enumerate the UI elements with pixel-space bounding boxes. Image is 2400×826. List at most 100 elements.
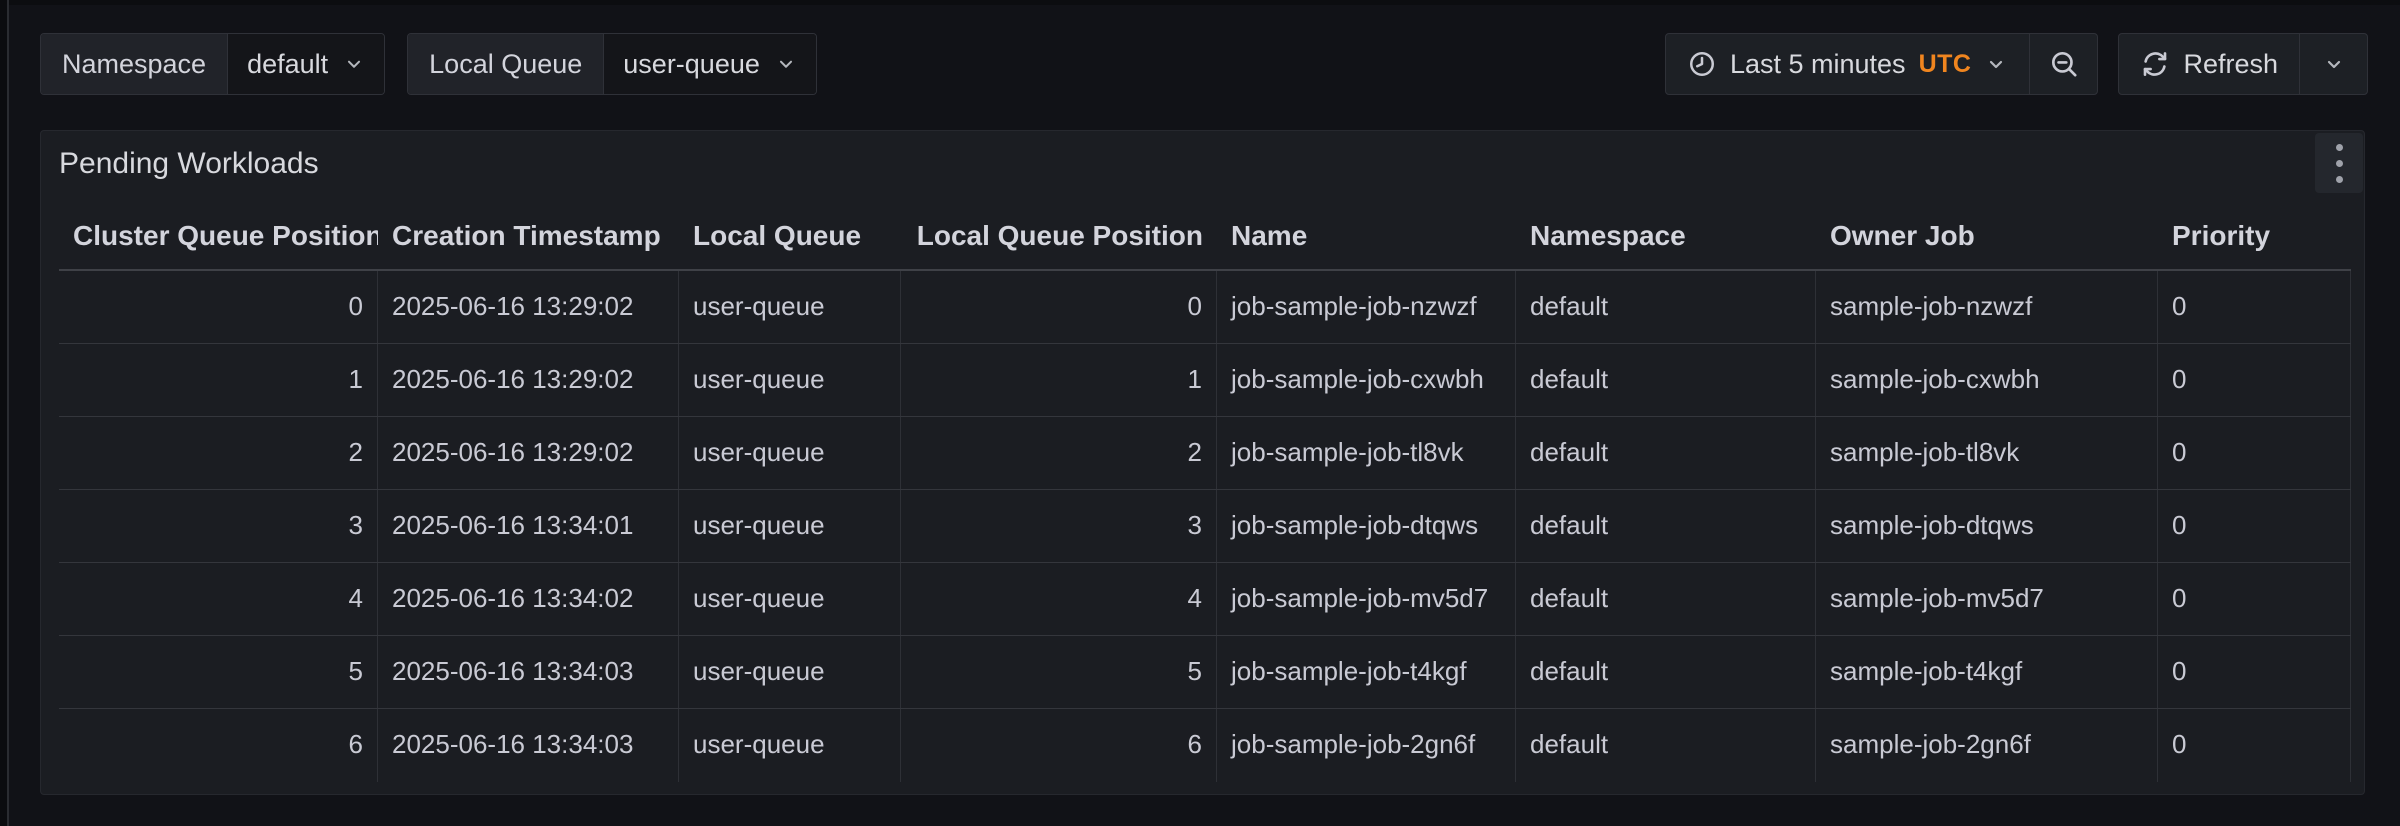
- refresh-label: Refresh: [2183, 49, 2278, 80]
- variable-namespace-picker[interactable]: default: [228, 34, 384, 94]
- pending-workloads-table: Cluster Queue PositionCreation Timestamp…: [59, 205, 2351, 782]
- cell-creation-timestamp: 2025-06-16 13:34:01: [378, 490, 679, 562]
- cell-priority: 0: [2158, 563, 2351, 635]
- refresh-interval-dropdown[interactable]: [2299, 34, 2367, 94]
- table-row: 22025-06-16 13:29:02user-queue2job-sampl…: [59, 417, 2351, 490]
- refresh-button[interactable]: Refresh: [2119, 34, 2299, 94]
- cell-name: job-sample-job-dtqws: [1217, 490, 1516, 562]
- variable-namespace-label: Namespace: [41, 34, 228, 94]
- variable-local-queue: Local Queue user-queue: [407, 33, 817, 95]
- cell-local-queue: user-queue: [679, 563, 901, 635]
- magnifier-minus-icon: [2048, 48, 2080, 80]
- cell-local-queue: user-queue: [679, 636, 901, 708]
- cell-creation-timestamp: 2025-06-16 13:34:02: [378, 563, 679, 635]
- cell-local-queue-position: 0: [901, 271, 1217, 343]
- timezone-label: UTC: [1919, 50, 1972, 79]
- cell-namespace: default: [1516, 490, 1816, 562]
- cell-owner-job: sample-job-cxwbh: [1816, 344, 2158, 416]
- chevron-down-icon: [1984, 52, 2008, 76]
- cell-priority: 0: [2158, 344, 2351, 416]
- cell-namespace: default: [1516, 344, 1816, 416]
- column-header-local-queue[interactable]: Local Queue: [679, 205, 901, 269]
- cell-cluster-queue-position: 0: [59, 271, 378, 343]
- column-header-local-queue-position[interactable]: Local Queue Position: [901, 205, 1217, 269]
- pending-workloads-panel: Pending Workloads Cluster Queue Position…: [40, 130, 2365, 795]
- cell-cluster-queue-position: 6: [59, 709, 378, 782]
- chevron-down-icon: [775, 53, 797, 75]
- cell-name: job-sample-job-cxwbh: [1217, 344, 1516, 416]
- cell-cluster-queue-position: 1: [59, 344, 378, 416]
- cell-owner-job: sample-job-nzwzf: [1816, 271, 2158, 343]
- cell-owner-job: sample-job-tl8vk: [1816, 417, 2158, 489]
- time-controls: Last 5 minutes UTC Refresh: [1665, 33, 2368, 95]
- kebab-menu-icon: [2336, 144, 2343, 151]
- cell-local-queue-position: 1: [901, 344, 1217, 416]
- cell-owner-job: sample-job-2gn6f: [1816, 709, 2158, 782]
- cell-owner-job: sample-job-dtqws: [1816, 490, 2158, 562]
- refresh-icon: [2140, 49, 2170, 79]
- cell-local-queue-position: 3: [901, 490, 1217, 562]
- cell-priority: 0: [2158, 490, 2351, 562]
- column-header-creation-timestamp[interactable]: Creation Timestamp: [378, 205, 679, 269]
- cell-creation-timestamp: 2025-06-16 13:34:03: [378, 636, 679, 708]
- cell-priority: 0: [2158, 709, 2351, 782]
- cell-priority: 0: [2158, 271, 2351, 343]
- cell-name: job-sample-job-2gn6f: [1217, 709, 1516, 782]
- variable-local-queue-picker[interactable]: user-queue: [604, 34, 816, 94]
- table-header-row: Cluster Queue PositionCreation Timestamp…: [59, 205, 2351, 271]
- cell-local-queue: user-queue: [679, 417, 901, 489]
- cell-creation-timestamp: 2025-06-16 13:29:02: [378, 417, 679, 489]
- column-header-name[interactable]: Name: [1217, 205, 1516, 269]
- window-top-edge: [9, 0, 2400, 5]
- table-body: 02025-06-16 13:29:02user-queue0job-sampl…: [59, 271, 2351, 782]
- table-row: 12025-06-16 13:29:02user-queue1job-sampl…: [59, 344, 2351, 417]
- column-header-cluster-queue-position[interactable]: Cluster Queue Position: [59, 205, 378, 269]
- window-left-edge: [0, 0, 9, 826]
- table-row: 02025-06-16 13:29:02user-queue0job-sampl…: [59, 271, 2351, 344]
- cell-creation-timestamp: 2025-06-16 13:34:03: [378, 709, 679, 782]
- cell-name: job-sample-job-t4kgf: [1217, 636, 1516, 708]
- cell-name: job-sample-job-tl8vk: [1217, 417, 1516, 489]
- cell-namespace: default: [1516, 636, 1816, 708]
- variable-namespace: Namespace default: [40, 33, 385, 95]
- column-header-priority[interactable]: Priority: [2158, 205, 2351, 269]
- time-range-label: Last 5 minutes: [1730, 49, 1906, 80]
- cell-owner-job: sample-job-t4kgf: [1816, 636, 2158, 708]
- cell-priority: 0: [2158, 417, 2351, 489]
- time-zoom-out-button[interactable]: [2029, 34, 2097, 94]
- cell-name: job-sample-job-nzwzf: [1217, 271, 1516, 343]
- cell-cluster-queue-position: 2: [59, 417, 378, 489]
- dashboard-variables-bar: Namespace default Local Queue user-queue: [40, 33, 817, 95]
- cell-local-queue: user-queue: [679, 709, 901, 782]
- cell-local-queue-position: 5: [901, 636, 1217, 708]
- cell-local-queue-position: 6: [901, 709, 1217, 782]
- cell-name: job-sample-job-mv5d7: [1217, 563, 1516, 635]
- panel-header: Pending Workloads: [41, 131, 2364, 197]
- panel-menu-button[interactable]: [2315, 133, 2363, 193]
- table-row: 62025-06-16 13:34:03user-queue6job-sampl…: [59, 709, 2351, 782]
- column-header-owner-job[interactable]: Owner Job: [1816, 205, 2158, 269]
- clock-icon: [1687, 49, 1717, 79]
- variable-local-queue-label: Local Queue: [408, 34, 604, 94]
- cell-namespace: default: [1516, 271, 1816, 343]
- time-range-picker-button[interactable]: Last 5 minutes UTC: [1666, 34, 2029, 94]
- cell-local-queue-position: 2: [901, 417, 1217, 489]
- table-row: 32025-06-16 13:34:01user-queue3job-sampl…: [59, 490, 2351, 563]
- cell-cluster-queue-position: 5: [59, 636, 378, 708]
- cell-cluster-queue-position: 4: [59, 563, 378, 635]
- kebab-menu-icon: [2336, 160, 2343, 167]
- cell-local-queue: user-queue: [679, 271, 901, 343]
- column-header-namespace[interactable]: Namespace: [1516, 205, 1816, 269]
- cell-local-queue-position: 4: [901, 563, 1217, 635]
- cell-namespace: default: [1516, 709, 1816, 782]
- cell-namespace: default: [1516, 563, 1816, 635]
- cell-cluster-queue-position: 3: [59, 490, 378, 562]
- time-picker-group: Last 5 minutes UTC: [1665, 33, 2098, 95]
- cell-namespace: default: [1516, 417, 1816, 489]
- panel-title[interactable]: Pending Workloads: [59, 147, 319, 181]
- cell-owner-job: sample-job-mv5d7: [1816, 563, 2158, 635]
- refresh-group: Refresh: [2118, 33, 2368, 95]
- chevron-down-icon: [343, 53, 365, 75]
- table-row: 42025-06-16 13:34:02user-queue4job-sampl…: [59, 563, 2351, 636]
- table-row: 52025-06-16 13:34:03user-queue5job-sampl…: [59, 636, 2351, 709]
